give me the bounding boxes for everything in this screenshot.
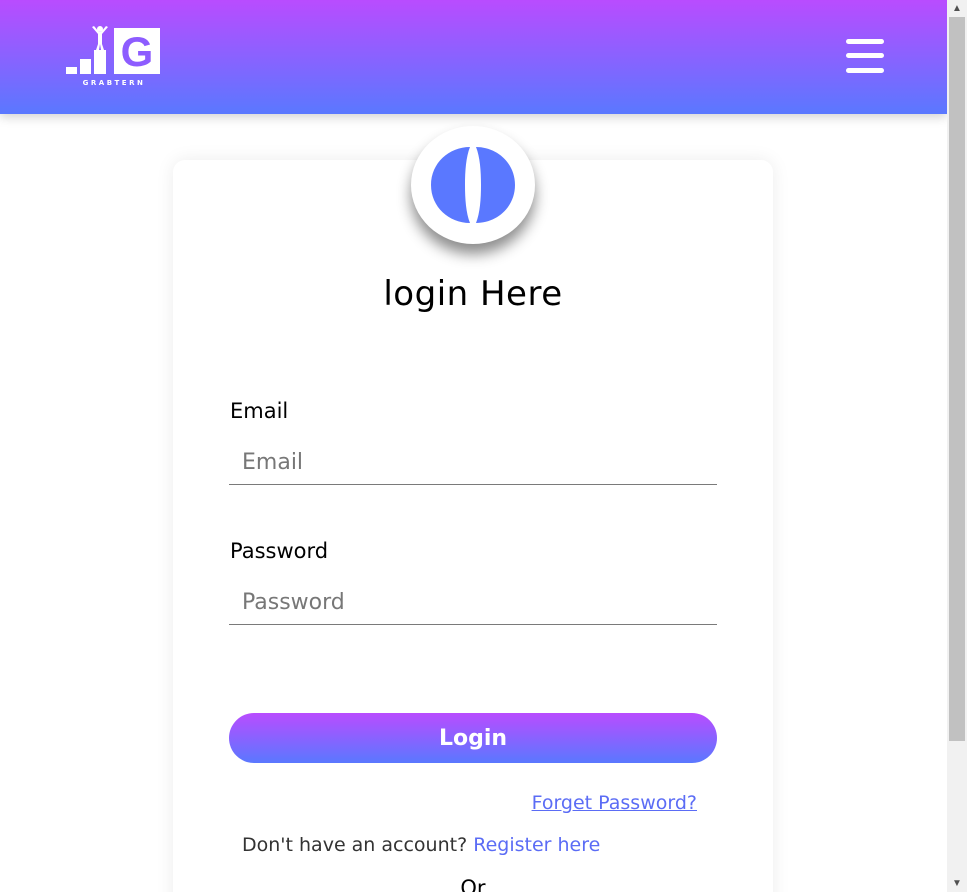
register-link[interactable]: Register here <box>473 834 600 856</box>
password-label: Password <box>230 539 329 563</box>
password-field[interactable] <box>229 581 717 625</box>
scroll-up-arrow-icon[interactable]: ▲ <box>947 0 967 17</box>
split-circle-avatar-icon <box>431 147 515 223</box>
page-viewport: G GRABTERN login Here Email Password Log… <box>0 0 947 892</box>
scroll-down-arrow-icon[interactable]: ▼ <box>947 875 967 892</box>
grabtern-logo[interactable]: G GRABTERN <box>64 24 164 90</box>
logo-graphic-icon: G <box>66 26 160 75</box>
or-divider-text: Or <box>460 876 486 892</box>
email-label: Email <box>230 399 289 423</box>
scrollbar-thumb[interactable] <box>949 17 965 741</box>
register-prompt: Don't have an account? Register here <box>242 834 600 856</box>
page-title: login Here <box>383 274 563 314</box>
logo-text: GRABTERN <box>82 79 146 87</box>
no-account-text: Don't have an account? <box>242 834 474 856</box>
login-button[interactable]: Login <box>229 713 717 763</box>
login-card <box>173 160 773 892</box>
hamburger-menu-icon[interactable] <box>846 39 884 73</box>
forget-password-link[interactable]: Forget Password? <box>532 792 697 814</box>
avatar <box>411 126 535 244</box>
top-header: G GRABTERN <box>0 0 947 114</box>
email-field[interactable] <box>229 441 717 485</box>
svg-text:G: G <box>121 28 154 75</box>
vertical-scrollbar[interactable]: ▲ ▼ <box>947 0 967 892</box>
